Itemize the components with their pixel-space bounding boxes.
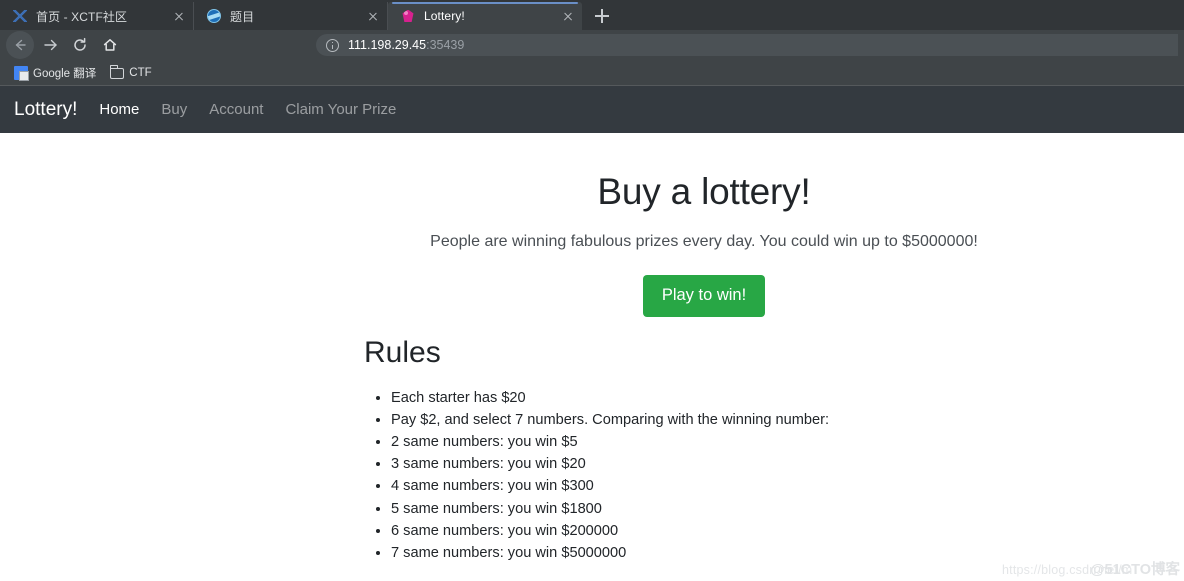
- list-item: 2 same numbers: you win $5: [391, 431, 1184, 453]
- rules-list: Each starter has $20 Pay $2, and select …: [364, 387, 1184, 564]
- list-item: 5 same numbers: you win $1800: [391, 498, 1184, 520]
- page-content: Buy a lottery! People are winning fabulo…: [0, 133, 1184, 581]
- info-circle-icon[interactable]: [326, 38, 339, 52]
- nav-links: Home Buy Account Claim Your Prize: [99, 101, 396, 118]
- url-port: :35439: [426, 38, 465, 52]
- xctf-icon: [12, 8, 28, 24]
- bookmark-google-translate[interactable]: Google 翻译: [8, 63, 102, 83]
- browser-tab-timu[interactable]: 题目: [194, 2, 388, 30]
- address-bar[interactable]: 111.198.29.45 :35439: [316, 34, 1178, 56]
- rules-heading: Rules: [364, 335, 441, 369]
- page-title: Buy a lottery!: [597, 171, 811, 212]
- tab-title: Lottery!: [424, 9, 465, 23]
- bookmarks-bar: Google 翻译 CTF: [0, 60, 1184, 86]
- close-icon[interactable]: [365, 8, 381, 24]
- back-icon[interactable]: [6, 31, 34, 59]
- nav-link-buy[interactable]: Buy: [161, 101, 187, 118]
- forward-icon[interactable]: [36, 31, 64, 59]
- reload-icon[interactable]: [66, 31, 94, 59]
- list-item: 7 same numbers: you win $5000000: [391, 542, 1184, 564]
- close-icon[interactable]: [560, 8, 576, 24]
- list-item: 3 same numbers: you win $20: [391, 453, 1184, 475]
- browser-toolbar: 111.198.29.45 :35439: [0, 30, 1184, 60]
- browser-window: 首页 - XCTF社区 题目 Lottery! 111.198.29.45:3…: [0, 0, 1184, 581]
- list-item: 4 same numbers: you win $300: [391, 475, 1184, 497]
- site-navbar: Lottery! Home Buy Account Claim Your Pri…: [0, 86, 1184, 133]
- nav-link-home[interactable]: Home: [99, 101, 139, 118]
- hero-subtitle: People are winning fabulous prizes every…: [430, 232, 978, 250]
- nav-link-account[interactable]: Account: [209, 101, 263, 118]
- site-brand[interactable]: Lottery!: [14, 99, 77, 121]
- list-item: Pay $2, and select 7 numbers. Comparing …: [391, 409, 1184, 431]
- bookmark-label: Google 翻译: [33, 67, 97, 80]
- gem-icon: [400, 8, 416, 24]
- list-item: 6 same numbers: you win $200000: [391, 520, 1184, 542]
- page-viewport: Lottery! Home Buy Account Claim Your Pri…: [0, 86, 1184, 581]
- google-translate-icon: [14, 65, 29, 81]
- play-to-win-button[interactable]: Play to win!: [642, 274, 766, 317]
- tab-title: 题目: [230, 9, 255, 24]
- close-icon[interactable]: [171, 8, 187, 24]
- rules-section: Rules Each starter has $20 Pay $2, and s…: [364, 335, 1184, 564]
- new-tab-button[interactable]: [588, 2, 616, 30]
- list-item: Each starter has $20: [391, 387, 1184, 409]
- tab-title: 首页 - XCTF社区: [36, 9, 128, 24]
- hero-section: Buy a lottery! People are winning fabulo…: [280, 171, 1184, 317]
- browser-tab-xctf[interactable]: 首页 - XCTF社区: [0, 2, 194, 30]
- watermark-url: https://blog.csdn.net/m: [1002, 563, 1133, 577]
- browser-tab-lottery[interactable]: Lottery!: [388, 2, 582, 30]
- globe-icon: [206, 8, 222, 24]
- bookmark-label: CTF: [129, 66, 152, 79]
- home-icon[interactable]: [96, 31, 124, 59]
- bookmark-ctf-folder[interactable]: CTF: [104, 63, 157, 83]
- tab-strip: 首页 - XCTF社区 题目 Lottery!: [0, 0, 1184, 30]
- url-host: 111.198.29.45: [348, 38, 427, 52]
- nav-link-claim-your-prize[interactable]: Claim Your Prize: [285, 101, 396, 118]
- folder-icon: [109, 65, 125, 79]
